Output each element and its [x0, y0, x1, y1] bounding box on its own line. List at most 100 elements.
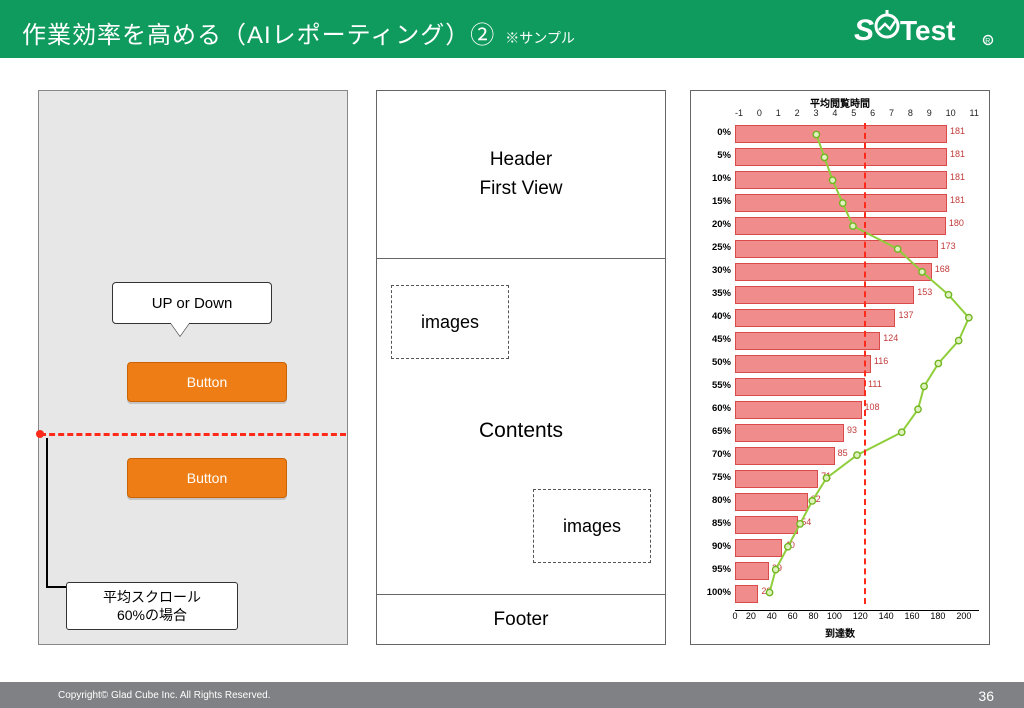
- chart-y-label: 15%: [695, 196, 731, 207]
- layout-contents-section: images Contents images: [377, 259, 665, 595]
- chart-bar-value: 20: [761, 586, 771, 596]
- chart-y-label: 95%: [695, 564, 731, 575]
- chart-y-label: 75%: [695, 472, 731, 483]
- chart-bar-value: 181: [950, 172, 965, 182]
- chart-bar-value: 181: [950, 195, 965, 205]
- copyright-text: Copyright© Glad Cube Inc. All Rights Res…: [58, 690, 270, 701]
- chart-bar: [735, 309, 895, 327]
- scroll-label-box: 平均スクロール 60%の場合: [66, 582, 238, 630]
- chart-bar-value: 111: [868, 379, 882, 389]
- chart-bar: [735, 355, 871, 373]
- chart-y-label: 20%: [695, 219, 731, 230]
- callout-up-or-down: UP or Down: [112, 282, 272, 324]
- page-number: 36: [978, 688, 994, 704]
- chart-y-label: 60%: [695, 403, 731, 414]
- chart-bar-row: 30%168: [735, 261, 979, 284]
- svg-text:R: R: [985, 38, 990, 45]
- layout-footer-section: Footer: [377, 595, 665, 644]
- chart-bar-row: 10%181: [735, 169, 979, 192]
- chart-bar-row: 50%116: [735, 353, 979, 376]
- chart-bar: [735, 470, 818, 488]
- svg-text:Test: Test: [900, 15, 956, 46]
- chart-bottom-axis: 020406080100120140160180200: [735, 610, 979, 624]
- chart-bar-row: 20%180: [735, 215, 979, 238]
- layout-contents-label: Contents: [377, 419, 665, 443]
- connector-line: [46, 586, 68, 588]
- chart-bar: [735, 401, 862, 419]
- chart-x-label: 到達数: [691, 625, 989, 640]
- chart-bar-row: 0%181: [735, 123, 979, 146]
- sample-button-1[interactable]: Button: [127, 362, 287, 402]
- chart-bar-row: 60%108: [735, 399, 979, 422]
- chart-y-label: 80%: [695, 495, 731, 506]
- chart-bar: [735, 240, 938, 258]
- callout-tail-icon: [170, 322, 190, 336]
- layout-image-placeholder: images: [533, 489, 651, 563]
- layout-header-section: Header First View: [377, 91, 665, 259]
- chart-bar: [735, 516, 798, 534]
- chart-bar-row: 70%85: [735, 445, 979, 468]
- chart-bar-value: 108: [865, 402, 880, 412]
- chart-bar-value: 71: [821, 471, 831, 481]
- chart-bar: [735, 125, 947, 143]
- chart-y-label: 70%: [695, 449, 731, 460]
- chart-y-label: 10%: [695, 173, 731, 184]
- chart-top-axis: -101234567891011: [735, 108, 979, 120]
- chart-y-label: 85%: [695, 518, 731, 529]
- chart-bar-row: 40%137: [735, 307, 979, 330]
- chart-bar: [735, 194, 947, 212]
- chart-bar-row: 55%111: [735, 376, 979, 399]
- panel-chart: 平均閲覧時間 -101234567891011 0%1815%18110%181…: [690, 90, 990, 645]
- panel-page-layout: Header First View images Contents images…: [376, 90, 666, 645]
- chart-bar: [735, 217, 946, 235]
- chart-y-label: 90%: [695, 541, 731, 552]
- chart-bar-value: 62: [811, 494, 821, 504]
- scroll-threshold-line: [40, 433, 346, 436]
- chart-bar-row: 80%62: [735, 491, 979, 514]
- slide-subtitle: ※サンプル: [505, 28, 575, 48]
- chart-bar-value: 85: [838, 448, 848, 458]
- chart-bar: [735, 447, 835, 465]
- chart-bar-row: 25%173: [735, 238, 979, 261]
- chart-bar-row: 65%93: [735, 422, 979, 445]
- chart-bar-value: 168: [935, 264, 950, 274]
- chart-bar-row: 90%40: [735, 537, 979, 560]
- layout-image-placeholder: images: [391, 285, 509, 359]
- chart-bar-row: 85%54: [735, 514, 979, 537]
- chart-y-label: 0%: [695, 127, 731, 138]
- connector-line: [46, 438, 48, 586]
- chart-bar: [735, 493, 808, 511]
- chart-bar: [735, 332, 880, 350]
- slide-title: 作業効率を高める（AIレポーティング）②: [22, 15, 495, 50]
- chart-y-label: 35%: [695, 288, 731, 299]
- chart-y-label: 55%: [695, 380, 731, 391]
- chart-bar-value: 181: [950, 126, 965, 136]
- chart-y-label: 100%: [695, 587, 731, 598]
- chart-bar-value: 181: [950, 149, 965, 159]
- chart-bar: [735, 424, 844, 442]
- chart-y-label: 30%: [695, 265, 731, 276]
- header-bar: 作業効率を高める（AIレポーティング）② ※サンプル S Test R: [0, 0, 1024, 58]
- chart-y-label: 45%: [695, 334, 731, 345]
- chart-y-label: 5%: [695, 150, 731, 161]
- chart-bar: [735, 263, 932, 281]
- chart-bar-value: 116: [874, 356, 888, 366]
- sitest-logo: S Test R: [854, 10, 1004, 50]
- chart-bar: [735, 585, 758, 603]
- chart-bar: [735, 562, 769, 580]
- chart-bar: [735, 378, 865, 396]
- chart-y-label: 25%: [695, 242, 731, 253]
- svg-text:S: S: [854, 14, 874, 47]
- chart-plot-area: 0%1815%18110%18115%18120%18025%17330%168…: [735, 123, 979, 604]
- chart-y-label: 65%: [695, 426, 731, 437]
- chart-bar-value: 93: [847, 425, 857, 435]
- chart-bar-value: 29: [772, 563, 782, 573]
- chart-bar-row: 95%29: [735, 560, 979, 583]
- sample-button-2[interactable]: Button: [127, 458, 287, 498]
- chart-bar: [735, 148, 947, 166]
- chart-bar-value: 153: [917, 287, 932, 297]
- chart-y-label: 40%: [695, 311, 731, 322]
- chart-bar-row: 35%153: [735, 284, 979, 307]
- chart-bar: [735, 286, 914, 304]
- chart-y-label: 50%: [695, 357, 731, 368]
